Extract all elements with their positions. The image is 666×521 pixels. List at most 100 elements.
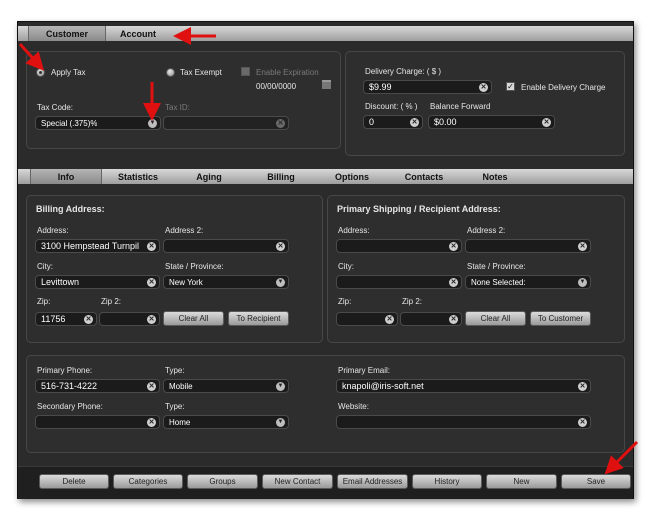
tab-account[interactable]: Account	[104, 26, 172, 41]
clear-icon[interactable]: ✕	[84, 315, 93, 324]
shipping-city-input[interactable]: ✕	[336, 275, 462, 289]
tax-panel	[26, 51, 341, 149]
shipping-address-input[interactable]: ✕	[336, 239, 462, 253]
enable-delivery-charge-checkbox[interactable]: ✓	[506, 82, 515, 91]
shipping-address2-input[interactable]: ✕	[465, 239, 591, 253]
tax-exempt-label: Tax Exempt	[180, 68, 222, 77]
clear-icon[interactable]: ✕	[276, 242, 285, 251]
clear-icon[interactable]: ✕	[385, 315, 394, 324]
tax-exempt-radio[interactable]	[166, 68, 175, 77]
billing-city-label: City:	[37, 262, 53, 271]
contact-panel	[26, 355, 625, 453]
primary-email-input[interactable]: knapoli@iris-soft.net ✕	[336, 379, 591, 393]
billing-state-value: New York	[169, 278, 203, 287]
tax-id-input[interactable]: ✕	[163, 116, 289, 130]
discount-value: 0	[369, 117, 375, 127]
shipping-state-select[interactable]: None Selected: ▼	[465, 275, 591, 289]
secondary-phone-label: Secondary Phone:	[37, 402, 103, 411]
tab-aging[interactable]: Aging	[178, 169, 240, 184]
billing-address2-label: Address 2:	[165, 226, 204, 235]
billing-state-label: State / Province:	[165, 262, 224, 271]
shipping-clear-all-button[interactable]: Clear All	[465, 311, 526, 326]
chevron-down-icon: ▼	[276, 382, 285, 391]
clear-icon[interactable]: ✕	[147, 315, 156, 324]
tab-options[interactable]: Options	[321, 169, 383, 184]
balance-forward-input[interactable]: $0.00 ✕	[428, 115, 555, 129]
secondary-type-select[interactable]: Home ▼	[163, 415, 289, 429]
primary-email-label: Primary Email:	[338, 366, 391, 375]
billing-address2-input[interactable]: ✕	[163, 239, 289, 253]
secondary-phone-input[interactable]: ✕	[35, 415, 160, 429]
clear-icon[interactable]: ✕	[147, 242, 156, 251]
clear-icon[interactable]: ✕	[410, 118, 419, 127]
new-contact-button[interactable]: New Contact	[262, 474, 333, 489]
clear-icon[interactable]: ✕	[578, 382, 587, 391]
email-addresses-button[interactable]: Email Addresses	[337, 474, 408, 489]
billing-zip-input[interactable]: 11756 ✕	[35, 312, 97, 326]
shipping-zip2-input[interactable]: ✕	[400, 312, 462, 326]
shipping-city-label: City:	[338, 262, 354, 271]
clear-icon[interactable]: ✕	[276, 119, 285, 128]
billing-city-value: Levittown	[41, 277, 80, 287]
clear-icon[interactable]: ✕	[449, 278, 458, 287]
shipping-zip-input[interactable]: ✕	[336, 312, 398, 326]
history-button[interactable]: History	[412, 474, 482, 489]
clear-icon[interactable]: ✕	[542, 118, 551, 127]
clear-icon[interactable]: ✕	[147, 278, 156, 287]
clear-icon[interactable]: ✕	[449, 315, 458, 324]
billing-address-input[interactable]: 3100 Hempstead Turnpil ✕	[35, 239, 160, 253]
delivery-charge-input[interactable]: $9.99 ✕	[363, 80, 492, 94]
new-button[interactable]: New	[486, 474, 557, 489]
enable-expiration-checkbox[interactable]	[241, 67, 250, 76]
secondary-type-value: Home	[169, 418, 191, 427]
primary-phone-label: Primary Phone:	[37, 366, 93, 375]
clear-icon[interactable]: ✕	[578, 242, 587, 251]
website-input[interactable]: ✕	[336, 415, 591, 429]
delivery-charge-value: $9.99	[369, 82, 392, 92]
delete-button[interactable]: Delete	[39, 474, 109, 489]
tab-info[interactable]: Info	[30, 169, 102, 184]
tax-code-select[interactable]: Special (.375)% ▼	[35, 116, 161, 130]
billing-state-select[interactable]: New York ▼	[163, 275, 289, 289]
discount-label: Discount: ( % )	[365, 102, 418, 111]
save-button[interactable]: Save	[561, 474, 631, 489]
clear-icon[interactable]: ✕	[147, 382, 156, 391]
clear-icon[interactable]: ✕	[449, 242, 458, 251]
primary-phone-input[interactable]: 516-731-4222 ✕	[35, 379, 160, 393]
clear-icon[interactable]: ✕	[479, 83, 488, 92]
discount-input[interactable]: 0 ✕	[363, 115, 423, 129]
chevron-down-icon: ▼	[578, 278, 587, 287]
section-tab-bar: Info Statistics Aging Billing Options Co…	[18, 169, 633, 184]
tax-code-label: Tax Code:	[37, 103, 74, 112]
to-customer-button[interactable]: To Customer	[530, 311, 591, 326]
tab-notes[interactable]: Notes	[464, 169, 526, 184]
billing-city-input[interactable]: Levittown ✕	[35, 275, 160, 289]
calendar-icon[interactable]	[322, 80, 331, 89]
billing-clear-all-button[interactable]: Clear All	[163, 311, 224, 326]
shipping-state-value: None Selected:	[471, 278, 526, 287]
tab-billing[interactable]: Billing	[248, 169, 314, 184]
billing-address-label: Address:	[37, 226, 69, 235]
shipping-zip2-label: Zip 2:	[402, 297, 423, 306]
tax-code-value: Special (.375)%	[41, 119, 98, 128]
primary-phone-value: 516-731-4222	[41, 381, 98, 391]
shipping-address-label: Address:	[338, 226, 370, 235]
tab-statistics[interactable]: Statistics	[104, 169, 172, 184]
shipping-state-label: State / Province:	[467, 262, 526, 271]
categories-button[interactable]: Categories	[113, 474, 183, 489]
billing-address-title: Billing Address:	[36, 204, 105, 214]
billing-zip-value: 11756	[41, 314, 66, 324]
groups-button[interactable]: Groups	[187, 474, 258, 489]
clear-icon[interactable]: ✕	[147, 418, 156, 427]
apply-tax-radio[interactable]	[36, 68, 45, 77]
tab-contacts[interactable]: Contacts	[390, 169, 458, 184]
delivery-charge-label: Delivery Charge: ( $ )	[365, 67, 442, 76]
billing-zip2-input[interactable]: ✕	[99, 312, 160, 326]
phone-type-select[interactable]: Mobile ▼	[163, 379, 289, 393]
phone-type-label: Type:	[165, 366, 185, 375]
tab-customer[interactable]: Customer	[28, 26, 106, 41]
clear-icon[interactable]: ✕	[578, 418, 587, 427]
to-recipient-button[interactable]: To Recipient	[228, 311, 289, 326]
balance-forward-label: Balance Forward	[430, 102, 491, 111]
chevron-down-icon: ▼	[148, 119, 157, 128]
